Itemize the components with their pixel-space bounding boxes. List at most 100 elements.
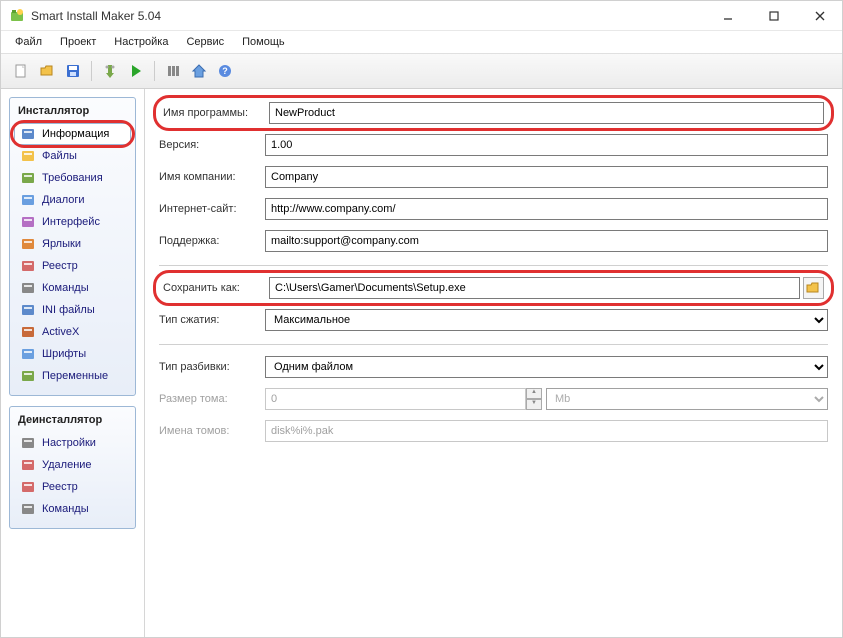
build-button[interactable] [98,59,122,83]
sidebar-item-label: Переменные [42,370,108,382]
spin-up-icon: ▲ [526,388,542,399]
sidebar-item-label: Удаление [42,459,92,471]
label-split: Тип разбивки: [159,361,265,373]
nav-icon [20,324,36,340]
toolbar-separator [154,61,155,81]
maximize-button[interactable] [760,6,788,26]
sidebar-item-ярлыки[interactable]: Ярлыки [14,233,131,255]
label-website: Интернет-сайт: [159,203,265,215]
label-volume-size: Размер тома: [159,393,265,405]
nav-icon [20,457,36,473]
divider [159,265,828,266]
sidebar-item-шрифты[interactable]: Шрифты [14,343,131,365]
sidebar-item-label: Реестр [42,481,78,493]
sidebar-item-требования[interactable]: Требования [14,167,131,189]
input-volume-size [265,388,526,410]
close-button[interactable] [806,6,834,26]
sidebar-item-ini файлы[interactable]: INI файлы [14,299,131,321]
sidebar-item-реестр[interactable]: Реестр [14,476,131,498]
row-version: Версия: [159,131,828,159]
sidebar: Инсталлятор ИнформацияФайлыТребования Диа… [1,89,144,637]
sidebar-item-label: Интерфейс [42,216,100,228]
input-company[interactable] [265,166,828,188]
svg-text:?: ? [222,66,228,76]
input-version[interactable] [265,134,828,156]
app-icon [9,8,25,24]
nav-icon [20,236,36,252]
select-compression[interactable]: Максимальное [265,309,828,331]
sidebar-item-настройки[interactable]: Настройки [14,432,131,454]
sidebar-item-label: Команды [42,282,89,294]
sidebar-item-команды[interactable]: Команды [14,277,131,299]
input-website[interactable] [265,198,828,220]
nav-icon [20,214,36,230]
nav-icon [20,302,36,318]
sidebar-item-label: Шрифты [42,348,86,360]
open-button[interactable] [35,59,59,83]
row-company: Имя компании: [159,163,828,191]
app-window: Smart Install Maker 5.04 Файл Проект Нас… [0,0,843,638]
sidebar-item-label: Диалоги [42,194,85,206]
sidebar-item-label: Ярлыки [42,238,81,250]
row-program-name: Имя программы: [159,99,828,127]
row-volume-size: Размер тома: ▲▼ Mb [159,385,828,413]
menubar: Файл Проект Настройка Сервис Помощь [1,31,842,53]
nav-icon [20,479,36,495]
label-company: Имя компании: [159,171,265,183]
spinner-buttons: ▲▼ [526,388,542,410]
nav-icon [20,435,36,451]
installer-panel-title: Инсталлятор [10,98,135,123]
run-button[interactable] [124,59,148,83]
select-split[interactable]: Одним файлом [265,356,828,378]
uninstaller-panel-title: Деинсталлятор [10,407,135,432]
help-button[interactable]: ? [213,59,237,83]
sidebar-item-переменные[interactable]: Переменные [14,365,131,387]
sidebar-item-label: Команды [42,503,89,515]
sidebar-item-информация[interactable]: Информация [14,123,131,145]
label-compression: Тип сжатия: [159,314,265,326]
menu-file[interactable]: Файл [7,33,50,51]
nav-icon [20,126,36,142]
sidebar-item-интерфейс[interactable]: Интерфейс [14,211,131,233]
sidebar-item-activex[interactable]: ActiveX [14,321,131,343]
row-support: Поддержка: [159,227,828,255]
select-volume-unit: Mb [546,388,828,410]
browse-button[interactable] [803,277,824,299]
main-content: Имя программы: Версия: Имя компании: Инт… [144,89,842,637]
row-split: Тип разбивки: Одним файлом [159,353,828,381]
sidebar-item-реестр[interactable]: Реестр [14,255,131,277]
nav-icon [20,192,36,208]
sidebar-item-диалоги[interactable]: Диалоги [14,189,131,211]
label-volume-names: Имена томов: [159,425,265,437]
minimize-button[interactable] [714,6,742,26]
sidebar-item-команды[interactable]: Команды [14,498,131,520]
label-save-as: Сохранить как: [163,282,269,294]
input-volume-names [265,420,828,442]
input-save-as[interactable] [269,277,800,299]
options-button[interactable] [161,59,185,83]
input-program-name[interactable] [269,102,824,124]
menu-settings[interactable]: Настройка [106,33,176,51]
nav-icon [20,501,36,517]
spin-down-icon: ▼ [526,399,542,410]
label-version: Версия: [159,139,265,151]
divider [159,344,828,345]
sidebar-item-файлы[interactable]: Файлы [14,145,131,167]
new-button[interactable] [9,59,33,83]
row-website: Интернет-сайт: [159,195,828,223]
input-support[interactable] [265,230,828,252]
nav-icon [20,280,36,296]
menu-help[interactable]: Помощь [234,33,293,51]
installer-panel: Инсталлятор ИнформацияФайлыТребования Диа… [9,97,136,396]
label-support: Поддержка: [159,235,265,247]
titlebar: Smart Install Maker 5.04 [1,1,842,31]
sidebar-item-label: ActiveX [42,326,79,338]
menu-service[interactable]: Сервис [178,33,232,51]
sidebar-item-удаление[interactable]: Удаление [14,454,131,476]
nav-icon [20,148,36,164]
toolbar: ? [1,53,842,89]
menu-project[interactable]: Проект [52,33,104,51]
sidebar-item-label: INI файлы [42,304,95,316]
home-button[interactable] [187,59,211,83]
save-button[interactable] [61,59,85,83]
